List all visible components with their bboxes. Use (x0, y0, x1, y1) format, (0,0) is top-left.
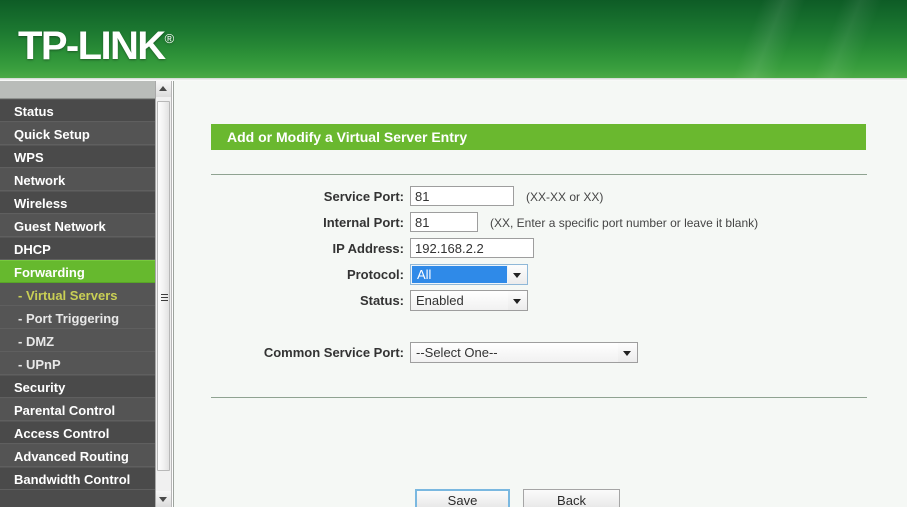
sidebar-item-network[interactable]: Network (0, 168, 155, 191)
sidebar-item-wps[interactable]: WPS (0, 145, 155, 168)
chevron-down-icon (623, 351, 631, 356)
protocol-label-wrap: Protocol: (204, 264, 404, 286)
ip-address-label: IP Address: (332, 241, 404, 256)
sidebar-item-dmz[interactable]: - DMZ (0, 329, 155, 352)
protocol-field-wrap: All (410, 264, 528, 285)
scroll-up-button[interactable] (156, 81, 171, 97)
scrollbar-grip-icon (161, 294, 168, 303)
form-action-buttons: Save Back (174, 489, 907, 507)
internal-port-input[interactable] (410, 212, 478, 232)
internal-port-field-wrap (410, 212, 478, 232)
sidebar-item-virtual-servers[interactable]: - Virtual Servers (0, 283, 155, 306)
status-label-wrap: Status: (204, 290, 404, 312)
sidebar-item-access-control[interactable]: Access Control (0, 421, 155, 444)
ip-address-label-wrap: IP Address: (204, 238, 404, 260)
sidebar-item-dhcp[interactable]: DHCP (0, 237, 155, 260)
protocol-select-value: All (412, 266, 507, 283)
brand-name: TP-LINK (18, 24, 166, 68)
scrollbar-thumb[interactable] (157, 101, 170, 471)
protocol-select-arrow-box[interactable] (508, 265, 527, 284)
status-label: Status: (359, 293, 404, 308)
tp-link-logo: TP-LINK® (18, 18, 174, 67)
ip-address-field-wrap (410, 238, 534, 258)
registered-trademark-icon: ® (164, 31, 175, 46)
service-port-label: Service Port: (323, 189, 404, 204)
internal-port-label: Internal Port: (323, 215, 404, 230)
sidebar-item-guest-network[interactable]: Guest Network (0, 214, 155, 237)
main-content: Add or Modify a Virtual Server Entry Ser… (173, 81, 907, 507)
common-service-port-select-arrow-box[interactable] (618, 343, 637, 362)
protocol-label: Protocol: (346, 267, 404, 282)
service-port-field-wrap (410, 186, 514, 206)
common-service-port-select-value: --Select One-- (416, 345, 498, 360)
sidebar-item-forwarding[interactable]: Forwarding (0, 260, 155, 283)
sidebar-item-advanced-routing[interactable]: Advanced Routing (0, 444, 155, 467)
status-select-value: Enabled (416, 293, 464, 308)
sidebar-item-parental-control[interactable]: Parental Control (0, 398, 155, 421)
sidebar-navigation: Status Quick Setup WPS Network Wireless Guest… (0, 81, 155, 507)
service-port-input[interactable] (410, 186, 514, 206)
page-header: TP-LINK® (0, 0, 907, 78)
chevron-down-icon (513, 299, 521, 304)
service-port-hint: (XX-XX or XX) (526, 190, 604, 204)
sidebar-scrollbar[interactable] (155, 81, 172, 507)
header-gloss-decoration (623, 0, 907, 78)
status-select-arrow-box[interactable] (508, 291, 527, 310)
chevron-down-icon (159, 497, 167, 502)
content-divider-bottom (211, 397, 867, 398)
common-service-port-label: Common Service Port: (263, 345, 404, 360)
internal-port-label-wrap: Internal Port: (204, 212, 404, 234)
save-button[interactable]: Save (415, 489, 510, 507)
sidebar-item-bandwidth-control[interactable]: Bandwidth Control (0, 467, 155, 490)
common-service-port-select[interactable]: --Select One-- (410, 342, 638, 363)
sidebar-menu-list: Status Quick Setup WPS Network Wireless Guest… (0, 99, 155, 490)
chevron-up-icon (159, 86, 167, 91)
router-admin-page: TP-LINK® Status Quick Setup WPS Network Wire… (0, 0, 907, 507)
sidebar-item-status[interactable]: Status (0, 99, 155, 122)
sidebar-item-upnp[interactable]: - UPnP (0, 352, 155, 375)
protocol-select[interactable]: All (410, 264, 528, 285)
scroll-down-button[interactable] (156, 491, 171, 507)
sidebar-top-spacer (0, 81, 155, 99)
sidebar-item-port-triggering[interactable]: - Port Triggering (0, 306, 155, 329)
panel-title: Add or Modify a Virtual Server Entry (211, 124, 866, 150)
content-divider-top (211, 174, 867, 175)
sidebar-item-wireless[interactable]: Wireless (0, 191, 155, 214)
status-select[interactable]: Enabled (410, 290, 528, 311)
common-service-port-field-wrap: --Select One-- (410, 342, 638, 363)
ip-address-input[interactable] (410, 238, 534, 258)
chevron-down-icon (513, 273, 521, 278)
internal-port-hint: (XX, Enter a specific port number or lea… (490, 216, 759, 230)
common-service-port-label-wrap: Common Service Port: (204, 342, 404, 364)
service-port-label-wrap: Service Port: (204, 186, 404, 208)
sidebar-item-quick-setup[interactable]: Quick Setup (0, 122, 155, 145)
back-button[interactable]: Back (523, 489, 620, 507)
sidebar-item-security[interactable]: Security (0, 375, 155, 398)
status-field-wrap: Enabled (410, 290, 528, 311)
